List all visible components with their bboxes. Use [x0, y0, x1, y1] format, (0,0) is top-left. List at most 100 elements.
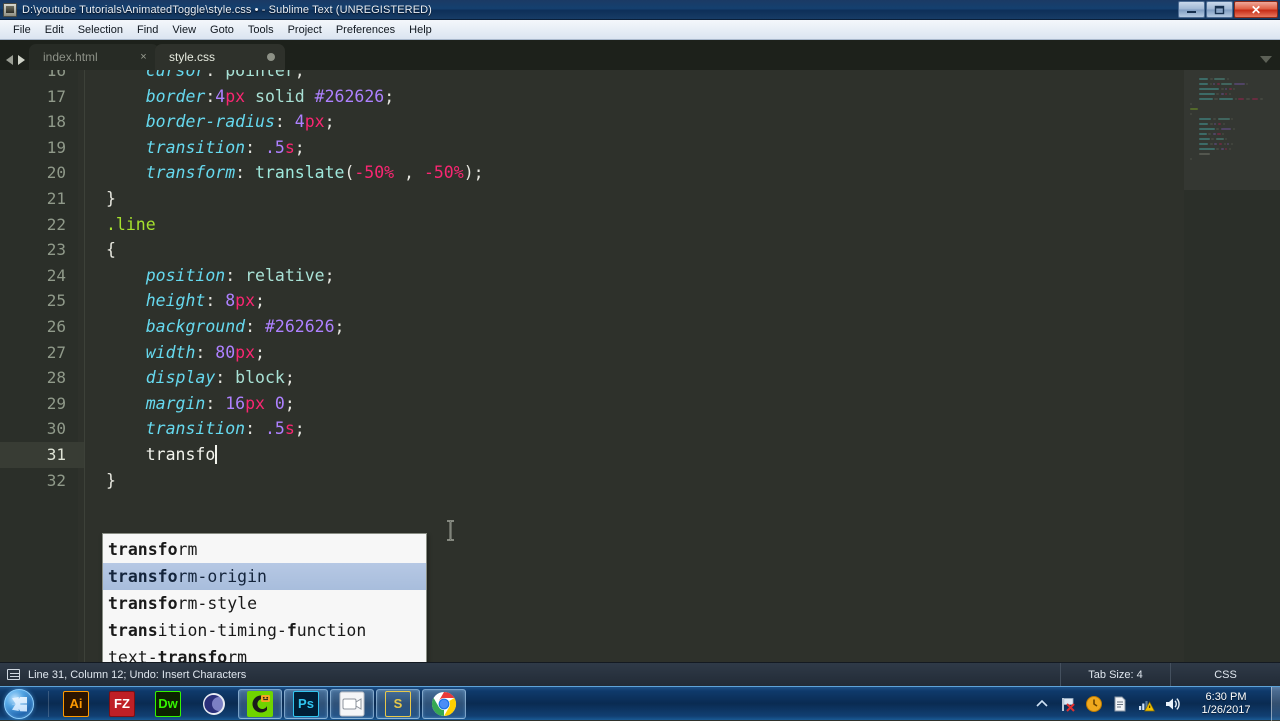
syntax-indicator[interactable]: CSS	[1170, 663, 1280, 687]
taskbar-item-illustrator[interactable]: Ai	[54, 689, 98, 719]
tab-size-indicator[interactable]: Tab Size: 4	[1060, 663, 1170, 687]
code-line-text[interactable]: background: #262626;	[106, 314, 1180, 340]
code-line-text[interactable]: display: block;	[106, 365, 1180, 391]
document-icon[interactable]	[1110, 694, 1130, 714]
code-line-text[interactable]: transform: translate(-50% , -50%);	[106, 160, 1180, 186]
taskbar: AiFZDw Ps S 6:30 PM 1/26/2017	[0, 686, 1280, 720]
code-line[interactable]: 30 transition: .5s;	[0, 416, 1180, 442]
menu-item-project[interactable]: Project	[281, 21, 329, 39]
minimize-button[interactable]	[1178, 1, 1205, 18]
minimap[interactable]	[1184, 70, 1280, 662]
sublime-text-icon	[3, 3, 17, 17]
token-punc: :	[205, 87, 215, 106]
taskbar-item-sublime-text[interactable]: S	[376, 689, 420, 719]
tab-scroll-arrows[interactable]	[0, 55, 29, 70]
code-line[interactable]: 20 transform: translate(-50% , -50%);	[0, 160, 1180, 186]
code-line-text[interactable]: width: 80px;	[106, 340, 1180, 366]
code-line-text[interactable]: .line	[106, 212, 1180, 238]
autocomplete-popup[interactable]: transformtransform-origintransform-style…	[102, 533, 427, 662]
update-icon[interactable]	[1084, 694, 1104, 714]
taskbar-item-photoshop[interactable]: Ps	[284, 689, 328, 719]
code-line-text[interactable]: transition: .5s;	[106, 135, 1180, 161]
sidebar-toggle-icon[interactable]	[7, 669, 20, 680]
code-line-text[interactable]: height: 8px;	[106, 288, 1180, 314]
code-line[interactable]: 26 background: #262626;	[0, 314, 1180, 340]
taskbar-item-cinema4d[interactable]	[192, 689, 236, 719]
minimap-line-segment	[1219, 143, 1222, 145]
menu-item-find[interactable]: Find	[130, 21, 165, 39]
code-line[interactable]: 25 height: 8px;	[0, 288, 1180, 314]
taskbar-divider	[48, 691, 49, 717]
menu-item-file[interactable]: File	[6, 21, 38, 39]
tab-style-css[interactable]: style.css	[155, 44, 285, 70]
autocomplete-item[interactable]: text-transform	[103, 644, 426, 662]
code-line[interactable]: 22 .line	[0, 212, 1180, 238]
code-line[interactable]: 21}	[0, 186, 1180, 212]
tab-next-icon[interactable]	[18, 55, 25, 65]
window-title-bar[interactable]: D:\youtube Tutorials\AnimatedToggle\styl…	[0, 0, 1280, 20]
code-line-text[interactable]: }	[106, 468, 1180, 494]
taskbar-item-filezilla[interactable]: FZ	[100, 689, 144, 719]
clock[interactable]: 6:30 PM 1/26/2017	[1189, 691, 1263, 717]
code-line-text[interactable]: {	[106, 237, 1180, 263]
start-button[interactable]	[4, 689, 34, 719]
autocomplete-item[interactable]: transform	[103, 536, 426, 563]
chevron-down-icon[interactable]	[1260, 56, 1272, 63]
tab-prev-icon[interactable]	[6, 55, 13, 65]
code-line-text[interactable]: border-radius: 4px;	[106, 109, 1180, 135]
code-line[interactable]: 27 width: 80px;	[0, 340, 1180, 366]
network-warning-icon[interactable]	[1136, 694, 1156, 714]
status-message: Line 31, Column 12; Undo: Insert Charact…	[28, 669, 246, 681]
line-number: 22	[0, 212, 66, 238]
code-line[interactable]: 18 border-radius: 4px;	[0, 109, 1180, 135]
indent	[106, 87, 146, 106]
code-line[interactable]: 19 transition: .5s;	[0, 135, 1180, 161]
taskbar-item-dreamweaver[interactable]: Dw	[146, 689, 190, 719]
minimap-line-segment	[1235, 98, 1237, 100]
taskbar-item-google-chrome[interactable]	[422, 689, 466, 719]
code-line[interactable]: 31 transfo	[0, 442, 1180, 468]
close-icon[interactable]: ×	[138, 51, 149, 63]
token-punc: ;	[295, 419, 305, 438]
code-line-text[interactable]: transition: .5s;	[106, 416, 1180, 442]
maximize-button[interactable]	[1206, 1, 1233, 18]
code-editor[interactable]: 16 cursor: pointer;17 border:4px solid #…	[0, 70, 1280, 662]
code-line[interactable]: 29 margin: 16px 0;	[0, 391, 1180, 417]
autocomplete-item[interactable]: transition-timing-function	[103, 617, 426, 644]
unsaved-dot-icon[interactable]	[267, 53, 275, 61]
code-line[interactable]: 23{	[0, 237, 1180, 263]
code-line[interactable]: 32}	[0, 468, 1180, 494]
token-punc: ;	[285, 394, 295, 413]
show-hidden-icons-icon[interactable]	[1032, 694, 1052, 714]
menu-item-edit[interactable]: Edit	[38, 21, 71, 39]
menu-item-selection[interactable]: Selection	[71, 21, 130, 39]
code-line-text[interactable]: }	[106, 186, 1180, 212]
autocomplete-item[interactable]: transform-origin	[103, 563, 426, 590]
taskbar-item-media-player[interactable]	[330, 689, 374, 719]
code-line-text[interactable]: margin: 16px 0;	[106, 391, 1180, 417]
code-line-text[interactable]: cursor: pointer;	[106, 70, 1180, 84]
code-line-text[interactable]: transfo	[106, 442, 1180, 468]
taskbar-item-camtasia[interactable]	[238, 689, 282, 719]
code-line[interactable]: 17 border:4px solid #262626;	[0, 84, 1180, 110]
code-line-text[interactable]: border:4px solid #262626;	[106, 84, 1180, 110]
volume-icon[interactable]	[1162, 694, 1182, 714]
clock-time: 6:30 PM	[1189, 691, 1263, 704]
close-button[interactable]: ✕	[1234, 1, 1278, 18]
menu-item-view[interactable]: View	[165, 21, 203, 39]
show-desktop-button[interactable]	[1271, 687, 1280, 721]
code-line[interactable]: 28 display: block;	[0, 365, 1180, 391]
code-line[interactable]: 24 position: relative;	[0, 263, 1180, 289]
autocomplete-item[interactable]: transform-style	[103, 590, 426, 617]
token-brace: {	[106, 240, 116, 259]
tab-index-html[interactable]: index.html×	[29, 44, 159, 70]
code-line[interactable]: 16 cursor: pointer;	[0, 70, 1180, 84]
minimap-line-segment	[1252, 98, 1258, 100]
minimap-line-segment	[1199, 138, 1210, 140]
menu-item-goto[interactable]: Goto	[203, 21, 241, 39]
menu-item-tools[interactable]: Tools	[241, 21, 281, 39]
menu-item-preferences[interactable]: Preferences	[329, 21, 402, 39]
action-center-flag-icon[interactable]	[1058, 694, 1078, 714]
code-line-text[interactable]: position: relative;	[106, 263, 1180, 289]
menu-item-help[interactable]: Help	[402, 21, 439, 39]
